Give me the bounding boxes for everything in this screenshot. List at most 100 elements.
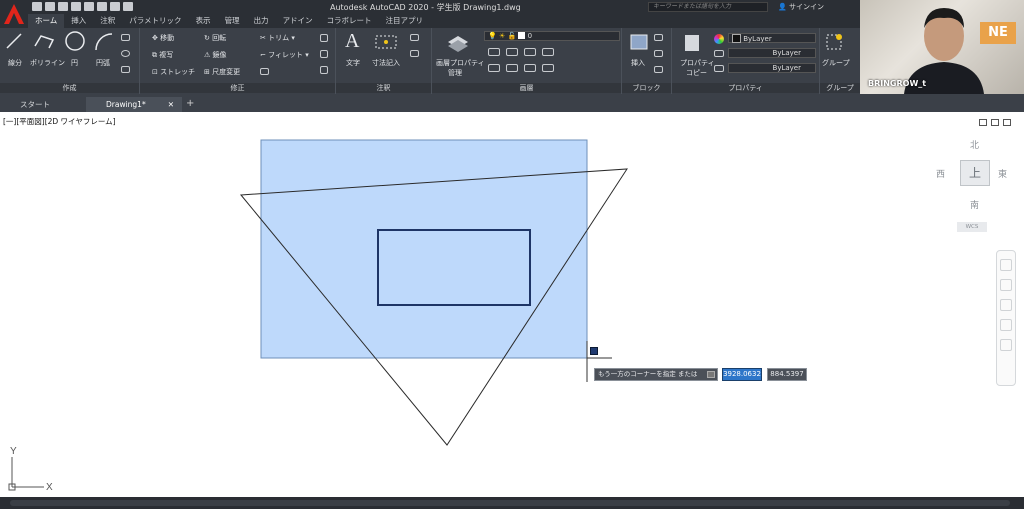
tab-featured-apps[interactable]: 注目アプリ (379, 14, 431, 28)
app-menu-button[interactable] (0, 0, 28, 28)
tool-text[interactable]: 文字 (346, 58, 360, 68)
group-icon[interactable] (824, 32, 846, 54)
color-wheel-icon[interactable] (714, 34, 724, 44)
panel-properties-label[interactable]: プロパティ (672, 83, 819, 93)
tool-insert[interactable]: 挿入 (631, 58, 645, 68)
undo-icon[interactable] (110, 2, 120, 11)
options-arrow-icon[interactable] (707, 371, 715, 378)
tool-layer-manage[interactable]: 管理 (448, 68, 462, 78)
offset-icon[interactable] (320, 66, 328, 74)
signin-button[interactable]: 👤 サインイン (778, 2, 824, 12)
panel-modify-label[interactable]: 修正 (140, 83, 335, 93)
leader-icon[interactable] (410, 34, 419, 41)
edit-block-icon[interactable] (654, 50, 663, 57)
dimension-icon[interactable] (374, 32, 398, 52)
polyline-icon[interactable] (33, 32, 55, 50)
text-icon[interactable]: A (345, 30, 359, 53)
tool-scale[interactable]: ⊞ 尺度変更 (204, 67, 240, 77)
hatch-icon[interactable] (121, 66, 130, 73)
viewcube-top-face[interactable]: 上 (960, 160, 990, 186)
insert-block-icon[interactable] (628, 32, 650, 54)
tab-insert[interactable]: 挿入 (64, 14, 93, 28)
tool-dimension[interactable]: 寸法記入 (372, 58, 400, 68)
search-input[interactable]: キーワードまたは語句を入力 (648, 2, 768, 12)
layer-tool-1-icon[interactable] (488, 48, 500, 56)
restore-icon[interactable] (991, 119, 999, 126)
line-icon[interactable] (5, 32, 23, 50)
y-coordinate-input[interactable]: 884.5397 (767, 368, 807, 381)
viewport-controls[interactable]: [一][平面図][2D ワイヤフレーム] (3, 116, 116, 127)
web-mobile-icon[interactable] (84, 2, 94, 11)
x-coordinate-input[interactable]: 3928.0632 (722, 368, 762, 381)
wcs-menu[interactable]: WCS (957, 222, 987, 232)
tool-line[interactable]: 線分 (8, 58, 22, 68)
doc-tab-drawing1[interactable]: Drawing1* ✕ (86, 97, 182, 112)
command-line-bar[interactable] (0, 497, 1024, 509)
panel-annotation-label[interactable]: 注釈 (336, 83, 431, 93)
pan-icon[interactable] (1000, 279, 1012, 291)
tab-manage[interactable]: 管理 (218, 14, 247, 28)
tab-home[interactable]: ホーム (28, 14, 65, 28)
tool-trim[interactable]: ✂ トリム ▾ (260, 33, 295, 43)
tab-addins[interactable]: アドイン (276, 14, 320, 28)
tool-fillet[interactable]: ⌐ フィレット ▾ (260, 50, 309, 60)
panel-draw-label[interactable]: 作成 (0, 83, 139, 93)
tab-output[interactable]: 出力 (247, 14, 276, 28)
erase-icon[interactable] (320, 50, 328, 58)
new-file-icon[interactable] (32, 2, 42, 11)
viewcube-north[interactable]: 北 (970, 138, 979, 151)
panel-layers-label[interactable]: 画層 (432, 83, 621, 93)
tool-rotate[interactable]: ↻ 回転 (204, 33, 226, 43)
tab-collaborate[interactable]: コラボレート (320, 14, 379, 28)
pencil-icon[interactable] (320, 34, 328, 42)
rectangle-icon[interactable] (121, 34, 130, 41)
save-as-icon[interactable] (71, 2, 81, 11)
layer-tool-5-icon[interactable] (488, 64, 500, 72)
lineweight-dropdown[interactable]: ByLayer (728, 63, 816, 73)
steering-wheel-icon[interactable] (1000, 259, 1012, 271)
layer-properties-icon[interactable] (446, 32, 470, 54)
panel-block-label[interactable]: ブロック (622, 83, 671, 93)
tool-polyline[interactable]: ポリライン (30, 58, 65, 68)
table-icon[interactable] (410, 50, 419, 57)
redo-icon[interactable] (123, 2, 133, 11)
tool-stretch[interactable]: ⊡ ストレッチ (152, 67, 195, 77)
ellipse-icon[interactable] (121, 50, 130, 57)
layer-tool-4-icon[interactable] (542, 48, 554, 56)
tool-copy[interactable]: ⧉ 複写 (152, 50, 173, 60)
tool-arc[interactable]: 円弧 (96, 58, 110, 68)
tool-layer-properties[interactable]: 画層プロパティ (436, 58, 485, 68)
minimize-icon[interactable] (979, 119, 987, 126)
viewcube[interactable]: 北 西 上 東 南 (932, 134, 1022, 234)
new-tab-icon[interactable]: + (186, 98, 194, 109)
orbit-icon[interactable] (1000, 319, 1012, 331)
array-icon[interactable] (260, 68, 269, 75)
tool-properties[interactable]: プロパティ (680, 58, 715, 68)
panel-groups-label[interactable]: グループ (820, 83, 860, 93)
open-file-icon[interactable] (45, 2, 55, 11)
tool-mirror[interactable]: ⚠ 鏡像 (204, 50, 227, 60)
layer-tool-7-icon[interactable] (524, 64, 536, 72)
tool-circle[interactable]: 円 (71, 58, 78, 68)
command-line-input[interactable] (10, 500, 1010, 506)
viewcube-west[interactable]: 西 (936, 167, 945, 180)
tab-parametric[interactable]: パラメトリック (122, 14, 188, 28)
print-icon[interactable] (97, 2, 107, 11)
close-icon[interactable] (1003, 119, 1011, 126)
close-tab-icon[interactable]: ✕ (168, 97, 174, 112)
tool-move[interactable]: ✥ 移動 (152, 33, 174, 43)
attribute-icon[interactable] (654, 66, 663, 73)
save-icon[interactable] (58, 2, 68, 11)
circle-icon[interactable] (64, 30, 86, 52)
zoom-icon[interactable] (1000, 299, 1012, 311)
layer-tool-8-icon[interactable] (542, 64, 554, 72)
tool-group[interactable]: グループ (822, 58, 850, 68)
drawing-canvas[interactable]: Y X (0, 112, 1024, 497)
arc-icon[interactable] (93, 30, 115, 52)
viewcube-south[interactable]: 南 (970, 198, 979, 211)
linetype-dropdown[interactable]: ByLayer (728, 48, 816, 58)
layer-dropdown[interactable]: 💡 ☀ 🔓 0 (484, 31, 620, 41)
tab-annotate[interactable]: 注釈 (93, 14, 122, 28)
viewcube-east[interactable]: 東 (998, 167, 1007, 180)
showmotion-icon[interactable] (1000, 339, 1012, 351)
